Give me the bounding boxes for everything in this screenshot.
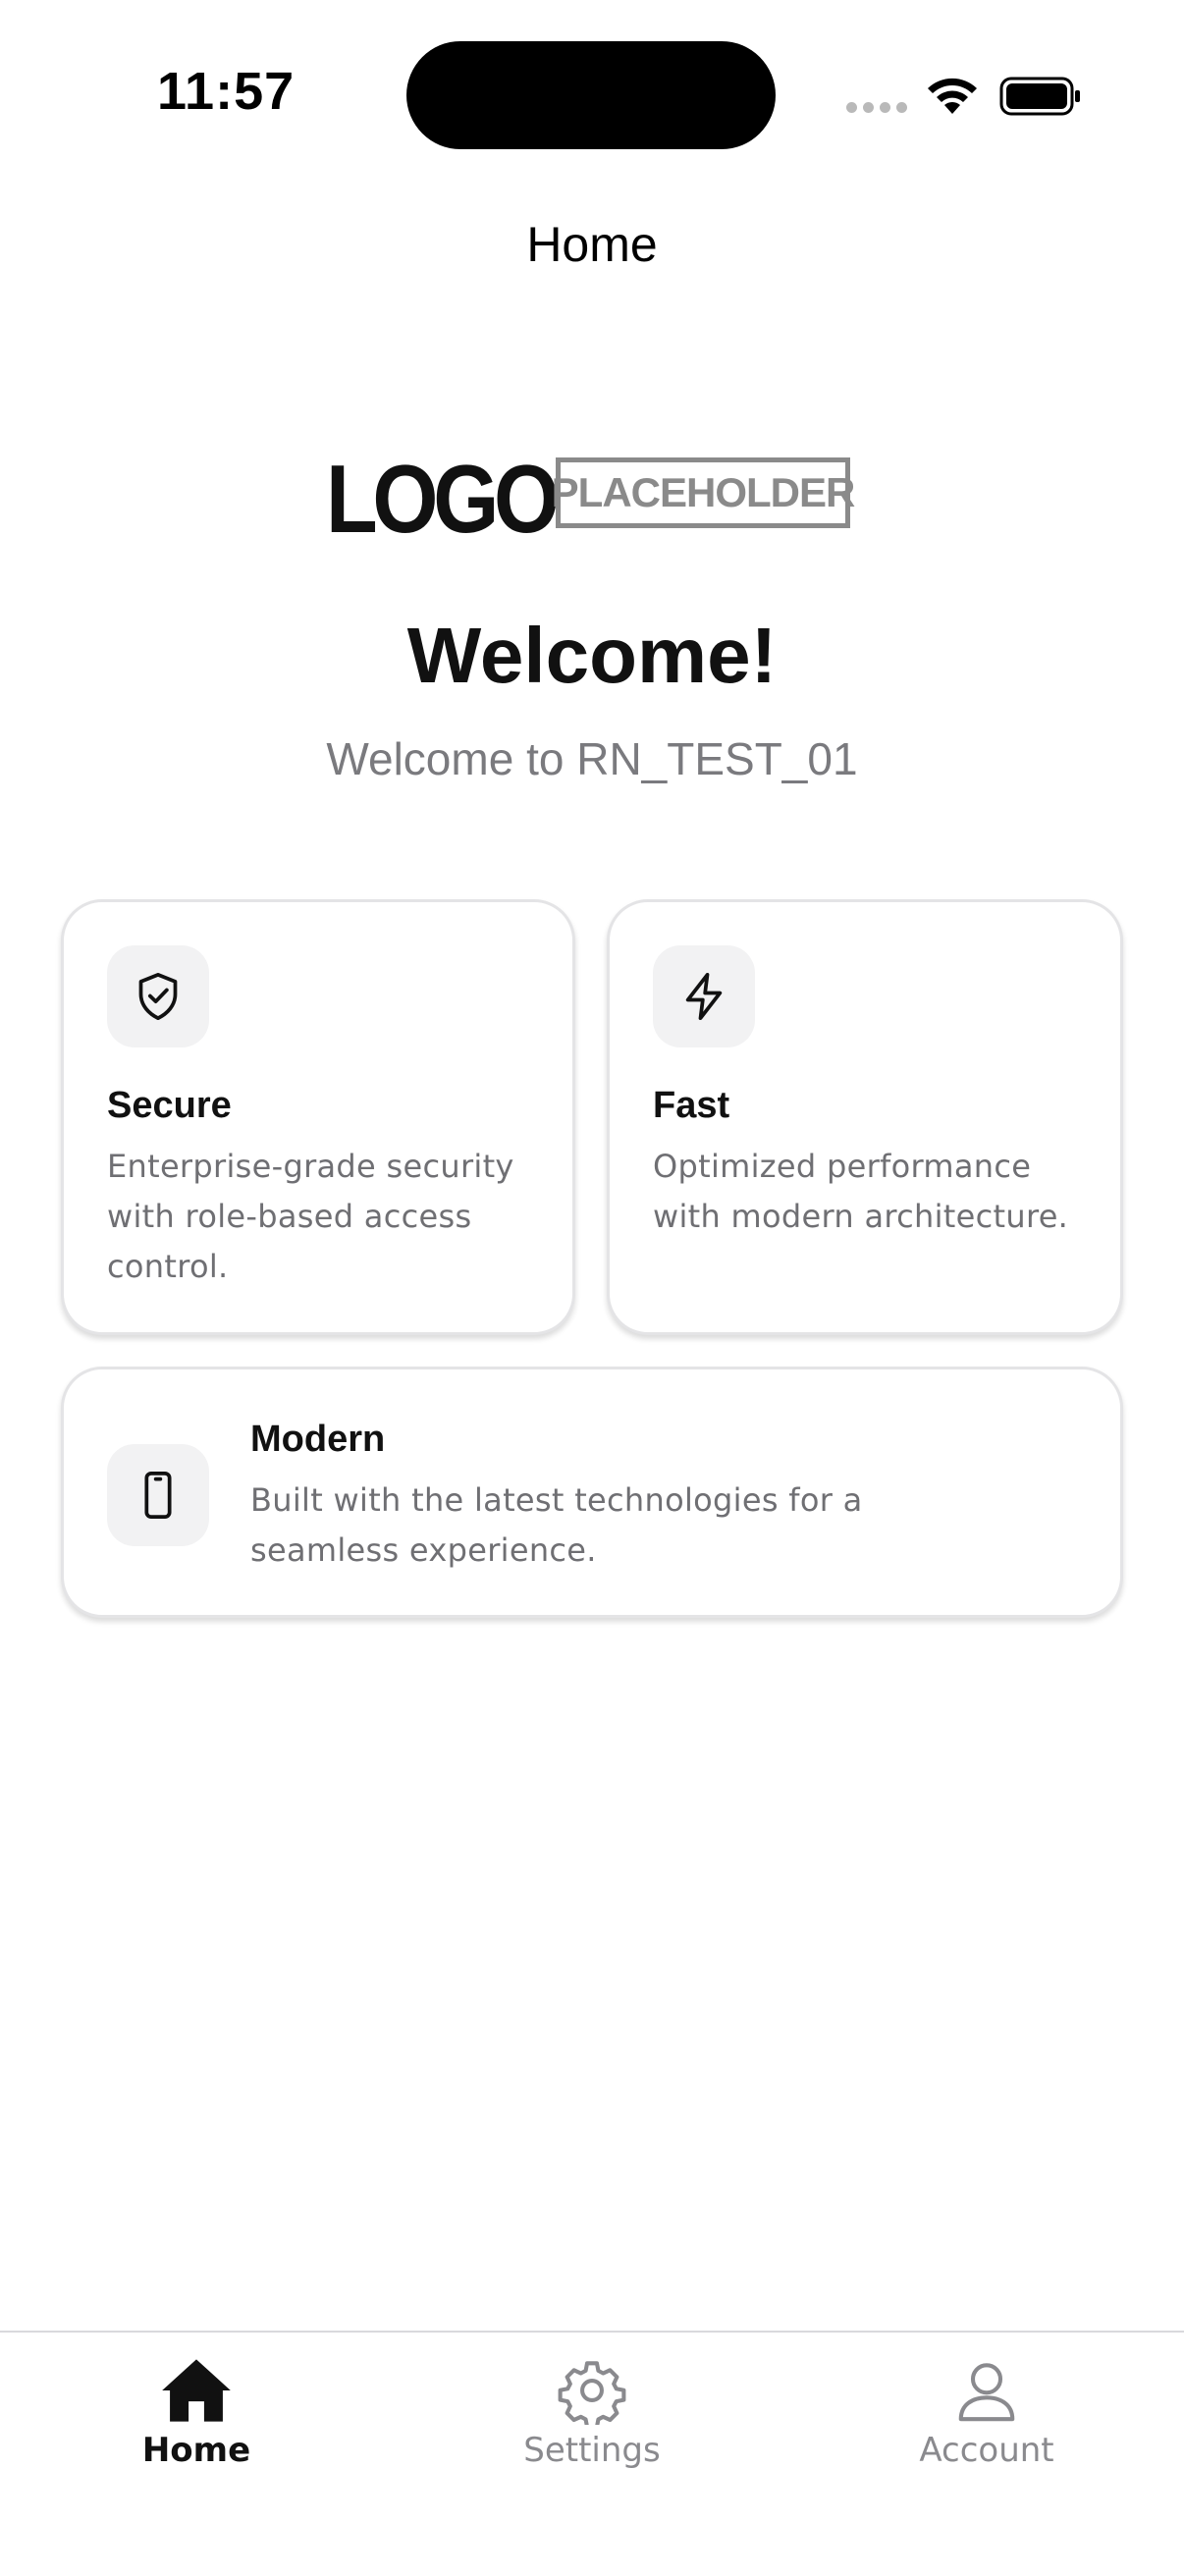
feature-description: Built with the latest technologies for a…: [250, 1481, 863, 1569]
status-bar: 11:57: [0, 0, 1184, 167]
logo: LOGO PLACEHOLDER: [326, 445, 856, 553]
tab-home[interactable]: Home: [49, 2356, 344, 2470]
lightning-icon: [653, 945, 755, 1047]
cellular-signal-icon: [846, 102, 907, 113]
tab-bar: Home Settings Account: [0, 2331, 1184, 2576]
gear-icon: [558, 2361, 626, 2425]
feature-card-fast: Fast Optimized performance with modern a…: [607, 899, 1123, 1335]
feature-title: Fast: [653, 1085, 730, 1126]
dynamic-island: [406, 41, 776, 149]
person-icon: [958, 2363, 1015, 2422]
status-time: 11:57: [157, 62, 296, 121]
tab-label: Home: [141, 2431, 251, 2470]
feature-title: Modern: [250, 1419, 386, 1460]
feature-card-secure: Secure Enterprise-grade security with ro…: [61, 899, 575, 1335]
battery-icon: [999, 77, 1080, 116]
feature-card-modern: Modern Built with the latest technologie…: [61, 1367, 1123, 1618]
feature-description: Optimized performance with modern archit…: [653, 1148, 1069, 1235]
smartphone-icon: [107, 1444, 209, 1546]
logo-placeholder-tag: PLACEHOLDER: [552, 457, 855, 528]
home-icon: [162, 2359, 231, 2422]
logo-word: LOGO: [326, 445, 560, 553]
welcome-title: Welcome!: [406, 612, 778, 699]
feature-description: Enterprise-grade security with role-base…: [107, 1148, 514, 1285]
shield-check-icon: [107, 945, 209, 1047]
tab-label: Account: [919, 2431, 1054, 2470]
wifi-icon: [928, 78, 977, 114]
nav-title: Home: [526, 217, 658, 272]
welcome-subtitle: Welcome to RN_TEST_01: [326, 733, 858, 784]
tab-settings[interactable]: Settings: [445, 2356, 739, 2470]
feature-title: Secure: [107, 1085, 232, 1126]
tab-label: Settings: [523, 2431, 661, 2470]
tab-account[interactable]: Account: [839, 2356, 1134, 2470]
